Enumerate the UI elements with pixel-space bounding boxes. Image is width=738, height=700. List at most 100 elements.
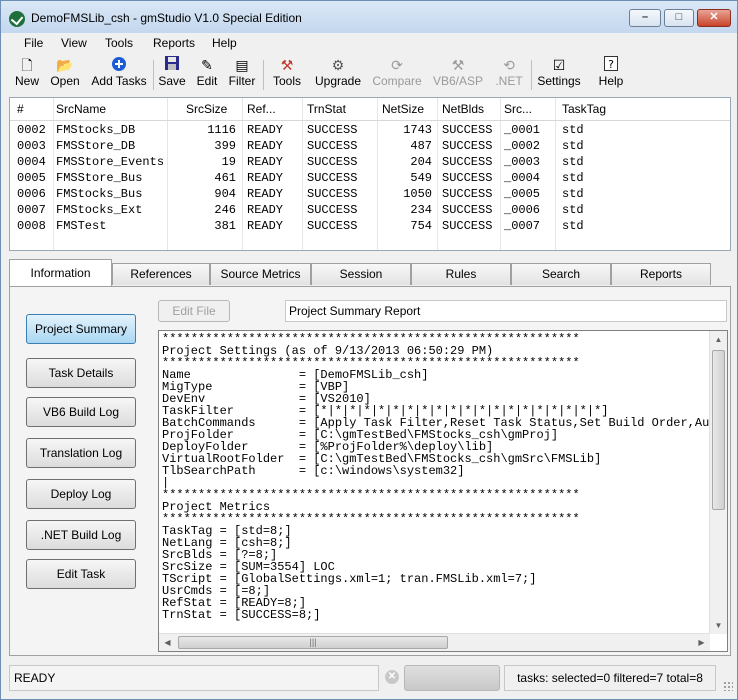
table-row[interactable]: 0002 FMStocks_DB 1116 READY SUCCESS 1743… [10, 122, 730, 138]
toolbar: 🗋 New 📂 Open Add Tasks Save ✎ Edit ▤ Fil… [1, 54, 737, 94]
cell-srcname: FMSStore_DB [56, 139, 136, 153]
compare-button[interactable]: ⟳ Compare [369, 56, 425, 92]
cell-srcname: FMStocks_Ext [56, 203, 143, 217]
column-header-srcsize[interactable]: SrcSize [186, 102, 227, 116]
column-header-trnstat[interactable]: TrnStat [307, 102, 346, 116]
scroll-left-arrow-icon[interactable]: ◀ [159, 634, 176, 651]
upgrade-button[interactable]: ⚙ Upgrade [311, 56, 365, 92]
information-panel: Project Summary Task Details VB6 Build L… [9, 286, 731, 656]
table-row[interactable]: 0007 FMStocks_Ext 246 READY SUCCESS 234 … [10, 202, 730, 218]
table-row[interactable]: 0004 FMSStore_Events 19 READY SUCCESS 20… [10, 154, 730, 170]
horizontal-scroll-thumb[interactable]: ||| [178, 636, 448, 649]
cell-refstat: READY [247, 123, 284, 137]
settings-button[interactable]: ☑ Settings [535, 56, 583, 92]
scroll-down-arrow-icon[interactable]: ▼ [710, 617, 727, 634]
edit-file-button[interactable]: Edit File [158, 300, 230, 322]
table-row[interactable]: 0005 FMSStore_Bus 461 READY SUCCESS 549 … [10, 170, 730, 186]
tools-button[interactable]: ⚒ Tools [269, 56, 305, 92]
scroll-right-arrow-icon[interactable]: ▶ [693, 634, 710, 651]
menu-file[interactable]: File [24, 36, 43, 50]
table-row[interactable]: 0003 FMSStore_DB 399 READY SUCCESS 487 S… [10, 138, 730, 154]
cell-refstat: READY [247, 155, 284, 169]
menu-bar: File View Tools Reports Help [1, 33, 737, 53]
tab-session[interactable]: Session [311, 263, 411, 285]
cell-srcblds: _0006 [504, 203, 541, 217]
clear-status-icon[interactable]: ✕ [385, 670, 399, 684]
vertical-scrollbar[interactable]: ▲ ▼ [709, 331, 727, 634]
menu-help[interactable]: Help [212, 36, 237, 50]
tab-reports[interactable]: Reports [611, 263, 711, 285]
menu-reports[interactable]: Reports [153, 36, 195, 50]
tab-references[interactable]: References [112, 263, 210, 285]
translation-log-button[interactable]: Translation Log [26, 438, 136, 468]
column-header-refstat[interactable]: Ref... [247, 102, 276, 116]
edit-task-button[interactable]: Edit Task [26, 559, 136, 589]
add-tasks-button[interactable]: Add Tasks [89, 56, 149, 92]
task-counts: tasks: selected=0 filtered=7 total=8 [504, 665, 716, 691]
table-row[interactable]: 0006 FMStocks_Bus 904 READY SUCCESS 1050… [10, 186, 730, 202]
cell-tasktag: std [562, 203, 584, 217]
edit-button[interactable]: ✎ Edit [193, 56, 221, 92]
deploy-log-button[interactable]: Deploy Log [26, 479, 136, 509]
menu-view[interactable]: View [61, 36, 87, 50]
cell-trnstat: SUCCESS [307, 187, 358, 201]
minimize-button[interactable]: – [629, 9, 661, 27]
cell-srcblds: _0002 [504, 139, 541, 153]
task-details-button[interactable]: Task Details [26, 358, 136, 388]
filter-icon: ▤ [235, 57, 249, 73]
new-document-icon: 🗋 [21, 57, 33, 73]
cell-refstat: READY [247, 187, 284, 201]
title-bar[interactable]: DemoFMSLib_csh - gmStudio V1.0 Special E… [1, 1, 737, 33]
horizontal-scrollbar[interactable]: ◀ ||| ▶ [159, 633, 710, 651]
cell-refstat: READY [247, 203, 284, 217]
column-header-srcname[interactable]: SrcName [56, 102, 106, 116]
cell-srcblds: _0007 [504, 219, 541, 233]
net-build-log-button[interactable]: .NET Build Log [26, 520, 136, 550]
scroll-up-arrow-icon[interactable]: ▲ [710, 331, 727, 348]
tab-rules[interactable]: Rules [411, 263, 511, 285]
cell-tasktag: std [562, 171, 584, 185]
column-header-srcblds[interactable]: Src... [504, 102, 532, 116]
cell-netblds: SUCCESS [442, 139, 493, 153]
cell-tasktag: std [562, 155, 584, 169]
cell-trnstat: SUCCESS [307, 219, 358, 233]
cell-srcname: FMStocks_Bus [56, 187, 143, 201]
hammer-icon: ⚒ [451, 57, 465, 73]
progress-bar [404, 665, 500, 691]
column-header-netblds[interactable]: NetBlds [442, 102, 484, 116]
vertical-scroll-thumb[interactable] [712, 350, 725, 510]
menu-tools[interactable]: Tools [105, 36, 133, 50]
vb6-asp-button[interactable]: ⚒ VB6/ASP [431, 56, 485, 92]
vb6-build-log-button[interactable]: VB6 Build Log [26, 397, 136, 427]
save-button[interactable]: Save [157, 56, 187, 92]
resize-grip-icon[interactable] [723, 681, 733, 691]
floppy-disk-icon [157, 56, 187, 74]
task-grid[interactable]: # SrcName SrcSize Ref... TrnStat NetSize… [9, 97, 731, 251]
new-button[interactable]: 🗋 New [11, 56, 43, 92]
column-header-number[interactable]: # [17, 102, 24, 116]
window-title: DemoFMSLib_csh - gmStudio V1.0 Special E… [31, 11, 302, 25]
close-button[interactable]: ✕ [697, 9, 731, 27]
column-header-netsize[interactable]: NetSize [382, 102, 424, 116]
tab-search[interactable]: Search [511, 263, 611, 285]
column-header-tasktag[interactable]: TaskTag [562, 102, 606, 116]
edit-pencil-icon: ✎ [201, 57, 213, 73]
cell-netsize: 1050 [403, 187, 432, 201]
cell-netsize: 234 [410, 203, 432, 217]
cell-srcsize: 461 [214, 171, 236, 185]
table-row[interactable]: 0008 FMSTest 381 READY SUCCESS 754 SUCCE… [10, 218, 730, 234]
cell-number: 0006 [17, 187, 46, 201]
open-button[interactable]: 📂 Open [47, 56, 83, 92]
report-title-field[interactable]: Project Summary Report [285, 300, 727, 322]
project-summary-button[interactable]: Project Summary [26, 314, 136, 344]
tab-information[interactable]: Information [9, 259, 112, 287]
add-circle-icon [89, 56, 149, 74]
report-text[interactable]: ****************************************… [162, 333, 710, 621]
tab-source-metrics[interactable]: Source Metrics [210, 263, 311, 285]
maximize-button[interactable]: □ [664, 9, 694, 27]
filter-button[interactable]: ▤ Filter [225, 56, 259, 92]
report-viewer[interactable]: ****************************************… [158, 330, 728, 652]
dotnet-button[interactable]: ⟲ .NET [491, 56, 527, 92]
cell-srcblds: _0003 [504, 155, 541, 169]
help-button[interactable]: ? Help [595, 56, 627, 92]
